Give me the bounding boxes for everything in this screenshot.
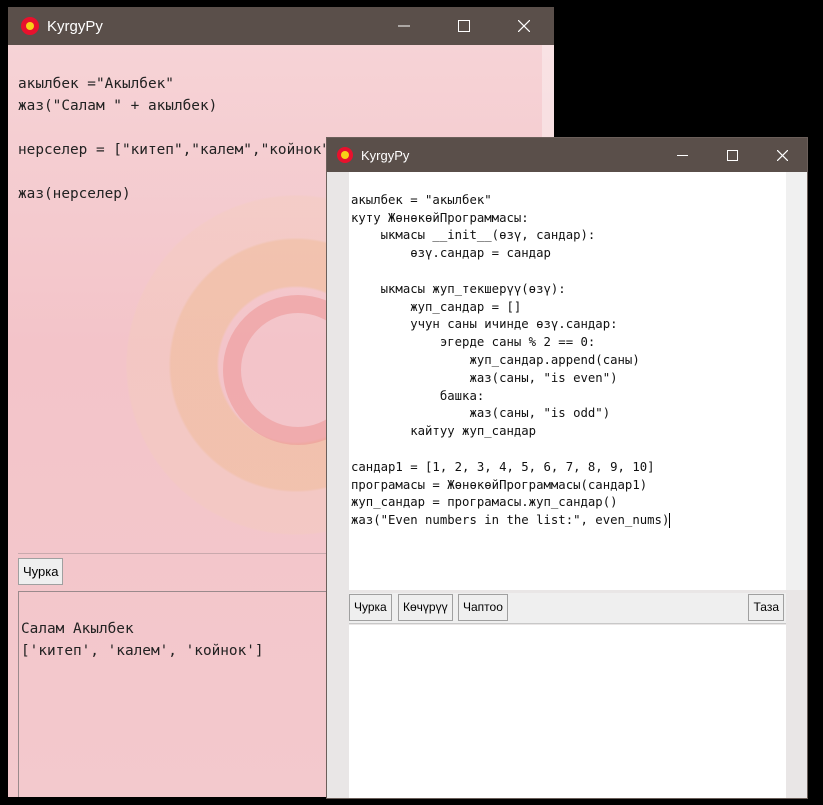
code-line: жаз("Салам " + акылбек) — [18, 98, 218, 114]
code-line: куту ЖөнөкөйПрограммасы: — [351, 210, 529, 225]
text-caret — [669, 513, 671, 529]
kyrgyz-flag-icon — [337, 147, 353, 163]
title-bar[interactable]: KyrgyPy — [327, 138, 807, 172]
code-line: учун саны ичинде өзү.сандар: — [351, 317, 618, 332]
button-bar: Чурка Көчүрүү Чаптоо Таза — [349, 593, 786, 624]
close-icon[interactable] — [494, 7, 554, 45]
run-button[interactable]: Чурка — [349, 594, 392, 621]
code-line: кайтуу жуп_сандар — [351, 424, 537, 439]
run-button[interactable]: Чурка — [18, 558, 64, 585]
close-icon[interactable] — [757, 138, 807, 172]
editor-scrollbar[interactable] — [786, 172, 807, 590]
code-line: акылбек ="Акылбек" — [18, 76, 174, 92]
code-line: акылбек = "акылбек" — [351, 192, 492, 207]
minimize-icon[interactable] — [657, 138, 707, 172]
window-title: KyrgyPy — [47, 17, 103, 35]
code-editor[interactable]: акылбек = "акылбек" куту ЖөнөкөйПрограмма… — [349, 172, 786, 590]
minimize-icon[interactable] — [374, 7, 434, 45]
window-title: KyrgyPy — [361, 147, 410, 163]
paste-button[interactable]: Чаптоо — [458, 594, 508, 621]
code-line: жаз(саны, "is even") — [351, 370, 618, 385]
maximize-icon[interactable] — [707, 138, 757, 172]
code-line: сандар1 = [1, 2, 3, 4, 5, 6, 7, 8, 9, 10… — [351, 459, 655, 474]
copy-button[interactable]: Көчүрүү — [398, 594, 453, 621]
code-line-last: жаз("Even numbers in the list:", even_nu… — [351, 512, 784, 530]
code-line: жуп_сандар.append(саны) — [351, 352, 640, 367]
code-line: жуп_сандар = програмасы.жуп_сандар() — [351, 495, 618, 510]
kyrgyz-flag-icon — [21, 17, 39, 35]
maximize-icon[interactable] — [434, 7, 494, 45]
code-line: жуп_сандар = [] — [351, 299, 522, 314]
second-window[interactable]: KyrgyPy акылбек = "акылбек" куту ЖөнөкөйП… — [326, 137, 808, 799]
code-line: жаз("Even numbers in the list:", even_nu… — [351, 513, 670, 528]
code-line: башка: — [351, 388, 485, 403]
code-line: ыкмасы __init__(өзү, сандар): — [351, 228, 596, 243]
output-console[interactable] — [349, 625, 786, 798]
code-line: ыкмасы жуп_текшерүү(өзү): — [351, 281, 566, 296]
code-line: өзү.сандар = сандар — [351, 246, 551, 261]
title-bar[interactable]: KyrgyPy — [8, 7, 554, 45]
clear-button[interactable]: Таза — [748, 594, 784, 621]
code-line: эгерде саны % 2 == 0: — [351, 335, 596, 350]
code-line: жаз(саны, "is odd") — [351, 406, 611, 421]
code-line: програмасы = ЖөнөкөйПрограммасы(сандар1) — [351, 477, 648, 492]
